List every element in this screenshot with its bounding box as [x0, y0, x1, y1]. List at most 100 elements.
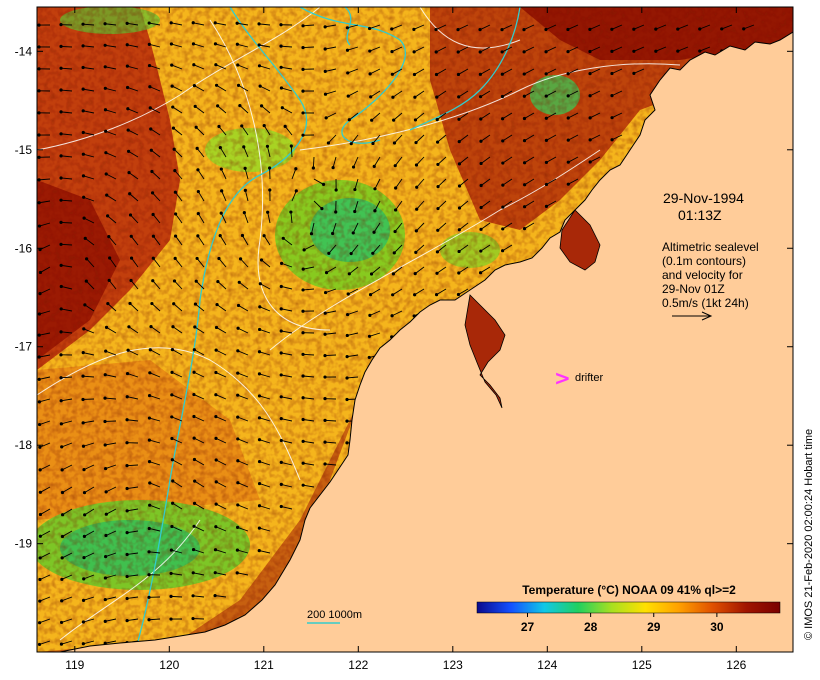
- velocity-arrow-head: [59, 44, 63, 49]
- velocity-arrow-head: [37, 155, 41, 159]
- velocity-arrow-head: [698, 27, 702, 31]
- bathymetry-legend-label: 200 1000m: [307, 609, 362, 621]
- velocity-arrow-head: [38, 534, 42, 538]
- velocity-arrow-head: [436, 228, 440, 232]
- velocity-arrow-head: [367, 26, 372, 31]
- velocity-arrow-head: [82, 216, 86, 220]
- velocity-arrow-head: [479, 117, 483, 121]
- velocity-arrow-head: [81, 65, 85, 70]
- velocity-arrow-head: [235, 42, 239, 46]
- velocity-arrow-head: [236, 83, 241, 87]
- velocity-arrow-head: [169, 42, 174, 46]
- velocity-arrow-head: [219, 167, 223, 171]
- velocity-arrow-head: [522, 226, 527, 231]
- velocity-arrow-head: [38, 512, 43, 517]
- velocity-arrow-head: [434, 50, 438, 54]
- velocity-arrow-head: [103, 443, 107, 447]
- velocity-arrow-head: [588, 160, 592, 164]
- velocity-arrow-head: [345, 441, 349, 445]
- velocity-arrow-head: [193, 104, 197, 108]
- velocity-arrow-head: [59, 284, 63, 289]
- velocity-arrow: [60, 221, 73, 224]
- sst-field: [37, 7, 793, 652]
- velocity-arrow-head: [345, 397, 349, 402]
- velocity-arrow-head: [104, 512, 108, 516]
- velocity-arrow-head: [240, 124, 244, 128]
- velocity-arrow-head: [258, 84, 262, 88]
- velocity-arrow-head: [301, 111, 305, 115]
- velocity-arrow-head: [81, 642, 85, 646]
- velocity-arrow-head: [742, 27, 746, 31]
- velocity-arrow-head: [345, 26, 349, 30]
- velocity-arrow-head: [169, 548, 173, 552]
- velocity-arrow-head: [37, 23, 41, 27]
- velocity-arrow-head: [195, 256, 199, 261]
- velocity-arrow-head: [279, 329, 283, 333]
- velocity-arrow-head: [240, 233, 245, 238]
- lon-tick-label: 126: [726, 658, 746, 672]
- velocity-arrow-head: [279, 395, 283, 399]
- velocity-arrow-head: [235, 571, 239, 575]
- velocity-arrow-head: [214, 502, 218, 506]
- velocity-arrow-head: [59, 242, 63, 246]
- velocity-arrow-head: [107, 235, 111, 239]
- velocity-arrow-head: [345, 419, 349, 423]
- velocity-arrow-head: [390, 27, 394, 31]
- velocity-arrow-head: [214, 83, 219, 87]
- velocity-arrow-head: [103, 576, 108, 580]
- colorbar-tick-label: 28: [584, 620, 598, 634]
- credit-text: © IMOS 21-Feb-2020 02:00:24 Hobart time: [803, 429, 815, 640]
- velocity-arrow-head: [566, 138, 570, 142]
- velocity-arrow-head: [294, 167, 298, 171]
- velocity-arrow-head: [479, 249, 483, 253]
- velocity-arrow-head: [169, 594, 173, 598]
- velocity-arrow-head: [323, 92, 328, 96]
- velocity-arrow-head: [59, 422, 63, 426]
- velocity-arrow-head: [283, 124, 287, 128]
- velocity-arrow-head: [501, 161, 505, 165]
- velocity-arrow-head: [81, 44, 85, 48]
- velocity-arrow-head: [83, 236, 87, 240]
- velocity-arrow-head: [323, 25, 327, 29]
- velocity-arrow-head: [147, 63, 152, 68]
- velocity-arrow-head: [37, 312, 42, 316]
- velocity-arrow-head: [38, 577, 42, 582]
- velocity-arrow-head: [128, 213, 133, 217]
- velocity-arrow-head: [345, 355, 349, 359]
- velocity-arrow-head: [125, 618, 129, 623]
- colorbar-tick-label: 27: [521, 620, 535, 634]
- velocity-arrow-head: [456, 72, 461, 77]
- velocity-arrow-head: [37, 45, 41, 49]
- velocity-arrow-head: [301, 483, 305, 487]
- velocity-arrow-head: [457, 140, 461, 144]
- velocity-arrow-head: [220, 189, 224, 193]
- velocity-arrow-head: [125, 596, 129, 601]
- velocity-arrow-head: [368, 293, 373, 297]
- velocity-arrow-head: [323, 311, 327, 315]
- velocity-arrow-head: [59, 66, 63, 70]
- velocity-arrow-head: [104, 151, 108, 155]
- velocity-arrow-head: [37, 355, 41, 359]
- velocity-arrow-head: [59, 399, 63, 403]
- velocity-arrow-head: [172, 147, 176, 151]
- velocity-arrow-head: [415, 207, 419, 211]
- velocity-arrow-head: [170, 436, 174, 441]
- velocity-arrow-head: [632, 49, 636, 53]
- velocity-arrow-head: [257, 526, 261, 530]
- velocity-arrow-head: [544, 138, 548, 142]
- velocity-arrow-head: [258, 282, 262, 286]
- velocity-arrow-head: [81, 109, 85, 113]
- velocity-arrow-head: [392, 251, 396, 255]
- velocity-arrow-head: [215, 302, 219, 307]
- velocity-arrow-head: [37, 642, 42, 647]
- velocity-arrow-head: [324, 290, 328, 295]
- velocity-arrow-head: [435, 271, 439, 275]
- velocity-arrow-head: [82, 577, 86, 581]
- velocity-arrow-head: [213, 42, 218, 46]
- velocity-arrow-head: [373, 209, 377, 213]
- velocity-arrow-head: [173, 190, 177, 194]
- velocity-arrow-head: [522, 139, 527, 143]
- velocity-arrow-head: [414, 140, 418, 145]
- lon-tick-label: 125: [632, 658, 652, 672]
- velocity-arrow-head: [59, 620, 64, 625]
